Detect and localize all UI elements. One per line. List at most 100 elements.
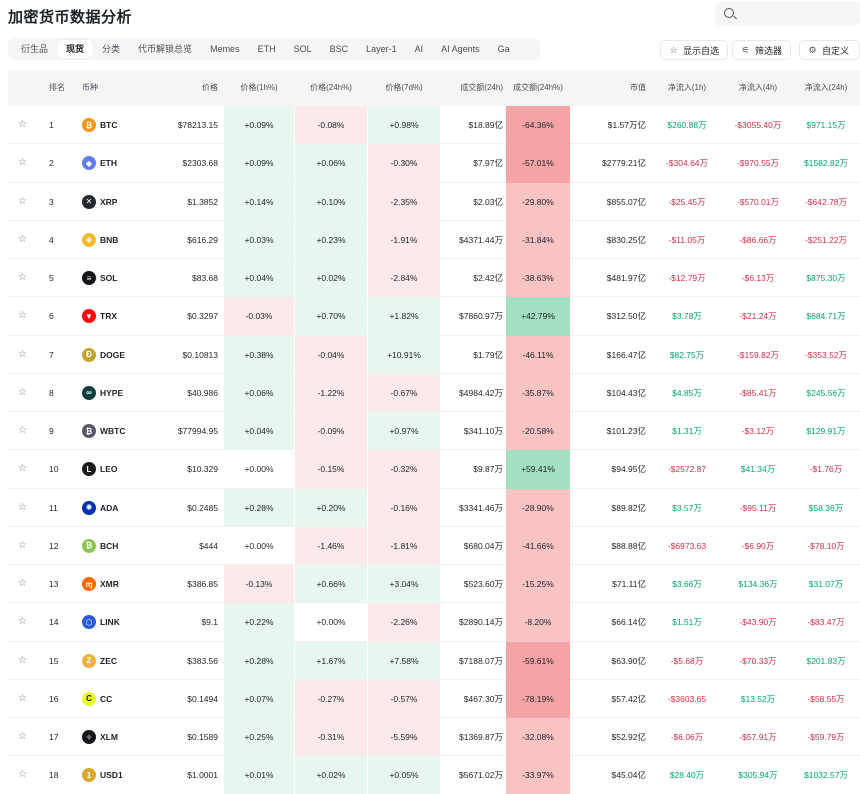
favorite-star-icon[interactable]: ☆ [18, 297, 27, 335]
table-row[interactable]: ☆ 12 $444 +0.00% -1.46% -1.81% $680.04万 -41.66%… [8, 526, 860, 565]
show-favorites-button[interactable]: ☆ 显示自选 [660, 40, 729, 60]
tab-9[interactable]: AI [406, 40, 433, 58]
favorite-star-icon[interactable]: ☆ [18, 718, 27, 756]
netflow-4h-cell: -$70.33万 [739, 655, 777, 666]
coin-symbol[interactable]: DOGE [100, 336, 125, 374]
coin-symbol[interactable]: USD1 [100, 756, 123, 794]
table-row[interactable]: ☆ 4 $616.29 +0.03% +0.23% -1.91% $4371.44万 -31.… [8, 220, 860, 259]
column-header[interactable]: 成交额(24h%) [506, 70, 570, 106]
column-header[interactable]: 价格(7d%) [368, 70, 440, 106]
column-header[interactable]: 净流入(4h) [724, 70, 792, 106]
table-row[interactable]: ☆ 6 $0.3297 -0.03% +0.70% +1.82% $7860.97万 +42.… [8, 297, 860, 336]
tab-1[interactable]: 现货 [57, 40, 94, 58]
favorite-star-icon[interactable]: ☆ [18, 450, 27, 488]
coin-symbol[interactable]: BTC [100, 106, 117, 144]
coin-symbol[interactable]: CC [100, 680, 112, 718]
netflow-1h-cell: -$2572.87 [667, 464, 707, 475]
column-header[interactable]: 排名 [49, 70, 73, 106]
tab-5[interactable]: ETH [249, 40, 285, 58]
coin-symbol[interactable]: XRP [100, 183, 117, 221]
coin-symbol[interactable]: BCH [100, 527, 118, 565]
rank-cell: 14 [49, 617, 59, 628]
table-row[interactable]: ☆ 7 $0.10813 +0.38% -0.04% +10.91% $1.79亿 -46.1… [8, 335, 860, 374]
coin-symbol[interactable]: XMR [100, 565, 119, 603]
favorite-star-icon[interactable]: ☆ [18, 412, 27, 450]
customize-button[interactable]: ⚙ 自定义 [799, 40, 860, 60]
coin-symbol[interactable]: TRX [100, 297, 117, 335]
favorite-star-icon[interactable]: ☆ [18, 642, 27, 680]
favorite-star-icon[interactable]: ☆ [18, 336, 27, 374]
netflow-1h-cell: -$5.68万 [670, 655, 704, 666]
table-row[interactable]: ☆ 1 $78213.15 +0.09% -0.08% +0.98% $18.89亿 -64.… [8, 106, 860, 145]
tab-10[interactable]: AI Agents [432, 40, 489, 58]
filter-button[interactable]: ⚟ 筛选器 [732, 40, 792, 60]
coin-symbol[interactable]: LINK [100, 603, 120, 641]
column-header[interactable]: 成交额(24h) [433, 70, 503, 106]
tab-7[interactable]: BSC [321, 40, 358, 58]
table-row[interactable]: ☆ 11 $0.2485 +0.28% +0.20% -0.16% $3341.46万 -28… [8, 488, 860, 527]
favorite-star-icon[interactable]: ☆ [18, 106, 27, 144]
favorite-star-icon[interactable]: ☆ [18, 527, 27, 565]
column-header[interactable]: 价格(24h%) [295, 70, 367, 106]
coin-symbol[interactable]: ZEC [100, 642, 117, 680]
table-row[interactable]: ☆ 2 $2303.68 +0.09% +0.06% -0.30% $7.97亿 -57.01… [8, 144, 860, 183]
column-header[interactable]: 价格(1h%) [224, 70, 294, 106]
tab-0[interactable]: 衍生品 [12, 40, 57, 58]
table-row[interactable]: ☆ 14 $9.1 +0.22% +0.00% -2.26% $2890.14万 -8.20%… [8, 603, 860, 642]
favorite-star-icon[interactable]: ☆ [18, 221, 27, 259]
price-cell: $40.986 [187, 387, 218, 398]
coin-symbol[interactable]: ETH [100, 144, 117, 182]
coin-symbol[interactable]: ADA [100, 489, 118, 527]
table-row[interactable]: ☆ 13 $386.85 -0.13% +0.66% +3.04% $523.60万 -15.… [8, 565, 860, 604]
stellar-icon: ✧ [82, 730, 96, 744]
tab-3[interactable]: 代币解锁总览 [129, 40, 201, 58]
tab-2[interactable]: 分类 [93, 40, 129, 58]
bitcoin-icon: ₿ [82, 118, 96, 132]
market-cap-cell: $94.95亿 [611, 464, 647, 475]
tab-8[interactable]: Layer-1 [357, 40, 406, 58]
change-7d-cell: -0.57% [390, 693, 418, 704]
coin-symbol[interactable]: SOL [100, 259, 117, 297]
rank-cell: 15 [49, 655, 59, 666]
change-1h-cell: +0.14% [244, 196, 274, 207]
netflow-4h-cell: $305.94万 [738, 770, 778, 781]
column-header[interactable]: 市值 [578, 70, 646, 106]
favorite-star-icon[interactable]: ☆ [18, 183, 27, 221]
favorite-star-icon[interactable]: ☆ [18, 144, 27, 182]
change-24h-cell: -1.46% [317, 540, 345, 551]
table-row[interactable]: ☆ 18 $1.0001 +0.01% +0.02% +0.05% $5671.02万 -33… [8, 756, 860, 794]
table-row[interactable]: ☆ 8 $40.986 +0.06% -1.22% -0.67% $4984.42万 -35.… [8, 373, 860, 412]
column-header[interactable]: 价格 [158, 70, 218, 106]
table-row[interactable]: ☆ 9 $77994.95 +0.04% -0.09% +0.97% $341.10万 -20… [8, 412, 860, 451]
column-header[interactable]: 净流入(24h) [794, 70, 858, 106]
favorite-star-icon[interactable]: ☆ [18, 680, 27, 718]
table-row[interactable]: ☆ 5 $83.68 +0.04% +0.02% -2.84% $2.42亿 -38.63% $… [8, 259, 860, 298]
table-row[interactable]: ☆ 3 $1.3852 +0.14% +0.10% -2.35% $2.03亿 -29.80%… [8, 182, 860, 221]
rank-cell: 12 [49, 540, 59, 551]
wbtc-icon: ₿ [82, 424, 96, 438]
netflow-1h-cell: -$6973.63 [667, 540, 707, 551]
netflow-24h-cell: $129.91万 [806, 426, 846, 436]
coin-symbol[interactable]: HYPE [100, 374, 123, 412]
coin-symbol[interactable]: BNB [100, 221, 118, 259]
table-row[interactable]: ☆ 10 $10.329 +0.00% -0.15% -0.32% $9.87万 +59.41… [8, 450, 860, 489]
tab-4[interactable]: Memes [201, 40, 249, 58]
favorite-star-icon[interactable]: ☆ [18, 565, 27, 603]
coin-symbol[interactable]: LEO [100, 450, 117, 488]
favorite-star-icon[interactable]: ☆ [18, 259, 27, 297]
coin-symbol[interactable]: XLM [100, 718, 118, 756]
column-header[interactable]: 净流入(1h) [658, 70, 716, 106]
tab-6[interactable]: SOL [285, 40, 321, 58]
favorite-star-icon[interactable]: ☆ [18, 756, 27, 794]
column-header[interactable]: 币种 [82, 70, 132, 106]
favorite-star-icon[interactable]: ☆ [18, 603, 27, 641]
table-row[interactable]: ☆ 17 $0.1589 +0.25% -0.31% -5.59% $1369.87万 -32… [8, 718, 860, 757]
table-row[interactable]: ☆ 15 $383.56 +0.28% +1.67% +7.58% $7188.07万 -59… [8, 641, 860, 680]
favorite-star-icon[interactable]: ☆ [18, 374, 27, 412]
favorite-star-icon[interactable]: ☆ [18, 489, 27, 527]
change-24h-cell: -0.31% [317, 732, 345, 742]
coin-symbol[interactable]: WBTC [100, 412, 126, 450]
tab-11[interactable]: Ga [489, 40, 519, 58]
search-input[interactable] [715, 2, 860, 26]
table-row[interactable]: ☆ 16 $0.1494 +0.07% -0.27% -0.57% $467.30万 -78.… [8, 679, 860, 718]
